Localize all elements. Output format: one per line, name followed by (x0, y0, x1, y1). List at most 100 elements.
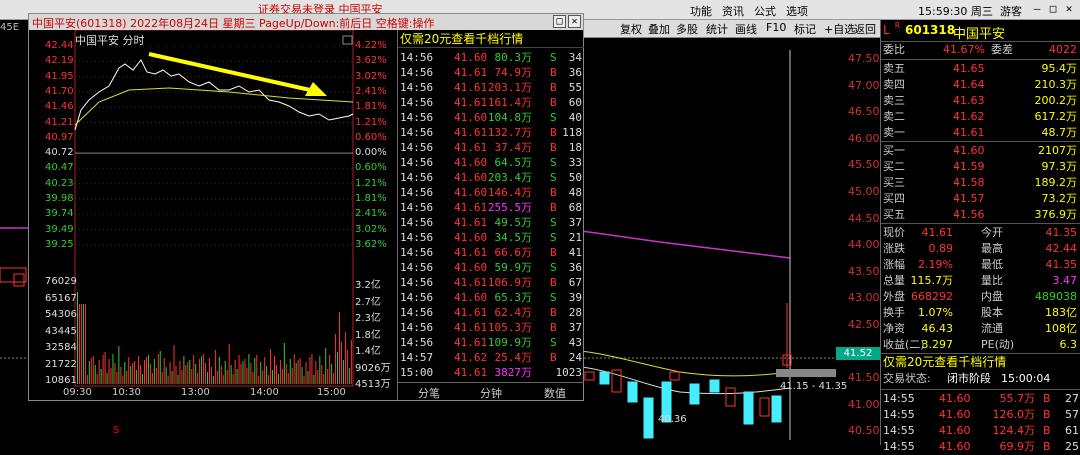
bg-price-label: 40.50 (848, 424, 880, 438)
menu-function[interactable]: 功能 (690, 3, 712, 19)
tick-count: 37 (568, 321, 582, 334)
btn-draw[interactable]: 画线 (735, 21, 757, 37)
tick-row[interactable]: 15:00 41.61 3827万 1023 (398, 365, 584, 380)
price-level-label: 41.70 (45, 85, 74, 97)
volume-bar (157, 354, 159, 384)
bids-row[interactable]: 买三 41.58 189.2万 (881, 175, 1080, 191)
bids-row[interactable]: 买二 41.59 97.3万 (881, 159, 1080, 175)
btn-overlay[interactable]: 叠加 (648, 21, 670, 37)
tick-row[interactable]: 14:56 41.61 255.5万 B 68 (398, 200, 584, 215)
tick-row[interactable]: 14:57 41.62 25.4万 B 24 (398, 350, 584, 365)
menu-options[interactable]: 选项 (786, 3, 808, 19)
tick-row[interactable]: 14:56 41.60 104.8万 S 40 (398, 110, 584, 125)
popup-title-bar[interactable]: 中国平安(601318) 2022年08月24日 星期三 PageUp/Down… (29, 14, 583, 30)
tab-minutes[interactable]: 分钟 (480, 385, 502, 401)
tick-row[interactable]: 14:56 41.61 106.9万 B 67 (398, 275, 584, 290)
volume-bar (256, 355, 258, 384)
menu-formula[interactable]: 公式 (754, 3, 776, 19)
volume-bar (161, 372, 163, 384)
btn-f10[interactable]: F10 (766, 21, 786, 34)
maximize-icon[interactable]: □ (1046, 2, 1060, 16)
tick-row[interactable]: 14:56 41.61 66.6万 B 41 (398, 245, 584, 260)
intraday-chart[interactable] (29, 30, 391, 400)
tick-row[interactable]: 14:56 41.60 65.3万 S 39 (398, 290, 584, 305)
tick-row[interactable]: 14:56 41.61 132.7万 B 118 (398, 125, 584, 140)
btn-add-watch[interactable]: +自选 (824, 21, 855, 37)
volume-bar (214, 350, 216, 384)
btn-multi[interactable]: 多股 (676, 21, 698, 37)
btn-back[interactable]: 返回 (854, 21, 876, 37)
asks-row[interactable]: 卖四 41.64 210.3万 (881, 77, 1080, 93)
tick-volume: 203.4万 (487, 171, 532, 184)
minimize-icon[interactable]: — (1030, 2, 1044, 16)
btn-fuquan[interactable]: 复权 (620, 21, 642, 37)
tick-volume: 109.9万 (487, 336, 532, 349)
bids-row[interactable]: 买一 41.60 2107万 (881, 143, 1080, 159)
volume-bar (155, 368, 157, 384)
intraday-popup-window[interactable]: 中国平安(601318) 2022年08月24日 星期三 PageUp/Down… (28, 13, 584, 401)
tick-row[interactable]: 14:56 41.61 105.3万 B 37 (398, 320, 584, 335)
menu-news[interactable]: 资讯 (722, 3, 744, 19)
promo-row[interactable]: 仅需20元查看千档行情 (881, 354, 1080, 370)
tick-count: 1023 (555, 366, 583, 379)
bg-candle (725, 387, 736, 407)
tick-row[interactable]: 14:56 41.61 74.9万 B 36 (398, 65, 584, 80)
asks-row[interactable]: 卖二 41.62 617.2万 (881, 109, 1080, 125)
pct-level-label: 4.22% (355, 40, 387, 51)
asks-row[interactable]: 卖三 41.63 200.2万 (881, 93, 1080, 109)
tick-row[interactable]: 14:56 41.60 64.5万 S 33 (398, 155, 584, 170)
restore-icon[interactable]: □ (553, 15, 566, 28)
bids-row[interactable]: 买五 41.56 376.9万 (881, 207, 1080, 223)
tick-row[interactable]: 14:56 41.61 49.5万 S 37 (398, 215, 584, 230)
tick-time: 14:56 (400, 261, 434, 274)
volume-bar (346, 350, 348, 384)
tick-side: S (550, 156, 557, 169)
volume-bar (222, 375, 224, 384)
tick-count: 36 (568, 261, 582, 274)
quote-tick-row[interactable]: 14:55 41.60 126.0万 B 57 (881, 407, 1080, 423)
quote-tick-row[interactable]: 14:55 41.60 55.7万 B 27 (881, 391, 1080, 407)
tick-price: 41.61 (454, 306, 488, 319)
time-label: 09:30 (63, 387, 92, 398)
volume-level-label: 21722 (45, 358, 77, 370)
tick-promo-header[interactable]: 仅需20元查看千档行情 (398, 30, 584, 48)
tick-row[interactable]: 14:56 41.60 80.3万 S 34 (398, 50, 584, 65)
asks-row[interactable]: 卖五 41.65 95.4万 (881, 61, 1080, 77)
asks-row[interactable]: 卖一 41.61 48.7万 (881, 125, 1080, 141)
tick-row[interactable]: 14:56 41.61 37.4万 B 18 (398, 140, 584, 155)
volume-bar (159, 351, 161, 384)
volume-bar (344, 332, 346, 384)
volume-bar (132, 363, 134, 384)
price-level-label: 39.74 (45, 208, 74, 220)
quote-tick-row[interactable]: 14:55 41.60 69.9万 B 25 (881, 439, 1080, 455)
tab-ticks[interactable]: 分笔 (418, 385, 440, 401)
volume-bar (78, 304, 80, 384)
volume-bar (218, 357, 220, 384)
tick-row[interactable]: 14:56 41.61 109.9万 S 43 (398, 335, 584, 350)
bids-row[interactable]: 买四 41.57 73.2万 (881, 191, 1080, 207)
tick-row[interactable]: 14:56 41.61 62.4万 B 28 (398, 305, 584, 320)
bg-candle (584, 371, 595, 381)
volume-bar (147, 355, 149, 384)
volume-bar (299, 358, 301, 384)
popup-close-icon[interactable]: ✕ (568, 15, 581, 28)
user-label[interactable]: 游客 (1000, 3, 1022, 19)
volume-bar (207, 372, 209, 384)
btn-stats[interactable]: 统计 (706, 21, 728, 37)
current-price-tag: 41.52 (836, 347, 880, 360)
quote-tick-row[interactable]: 14:55 41.60 124.4万 B 61 (881, 423, 1080, 439)
btn-mark[interactable]: 标记 (794, 21, 816, 37)
close-icon[interactable]: ✕ (1062, 2, 1076, 16)
tick-row[interactable]: 14:56 41.61 203.1万 B 55 (398, 80, 584, 95)
tick-row[interactable]: 14:56 41.61 161.4万 B 60 (398, 95, 584, 110)
tick-row[interactable]: 14:56 41.60 146.4万 B 48 (398, 185, 584, 200)
tick-row[interactable]: 14:56 41.60 203.4万 S 50 (398, 170, 584, 185)
tick-list-panel[interactable]: 仅需20元查看千档行情 14:56 41.60 80.3万 S 34 14:56 41.61… (397, 30, 584, 401)
tick-row[interactable]: 14:56 41.60 34.5万 S 21 (398, 230, 584, 245)
volume-bar (167, 376, 169, 384)
tab-values[interactable]: 数值 (544, 385, 566, 401)
quote-panel: L R 601318 中国平安 委比 41.67% 委差 4022 卖五 41.6… (880, 20, 1080, 453)
tick-row[interactable]: 14:56 41.60 59.9万 S 36 (398, 260, 584, 275)
volume-bar (177, 375, 179, 384)
tick-time: 14:57 (400, 351, 434, 364)
